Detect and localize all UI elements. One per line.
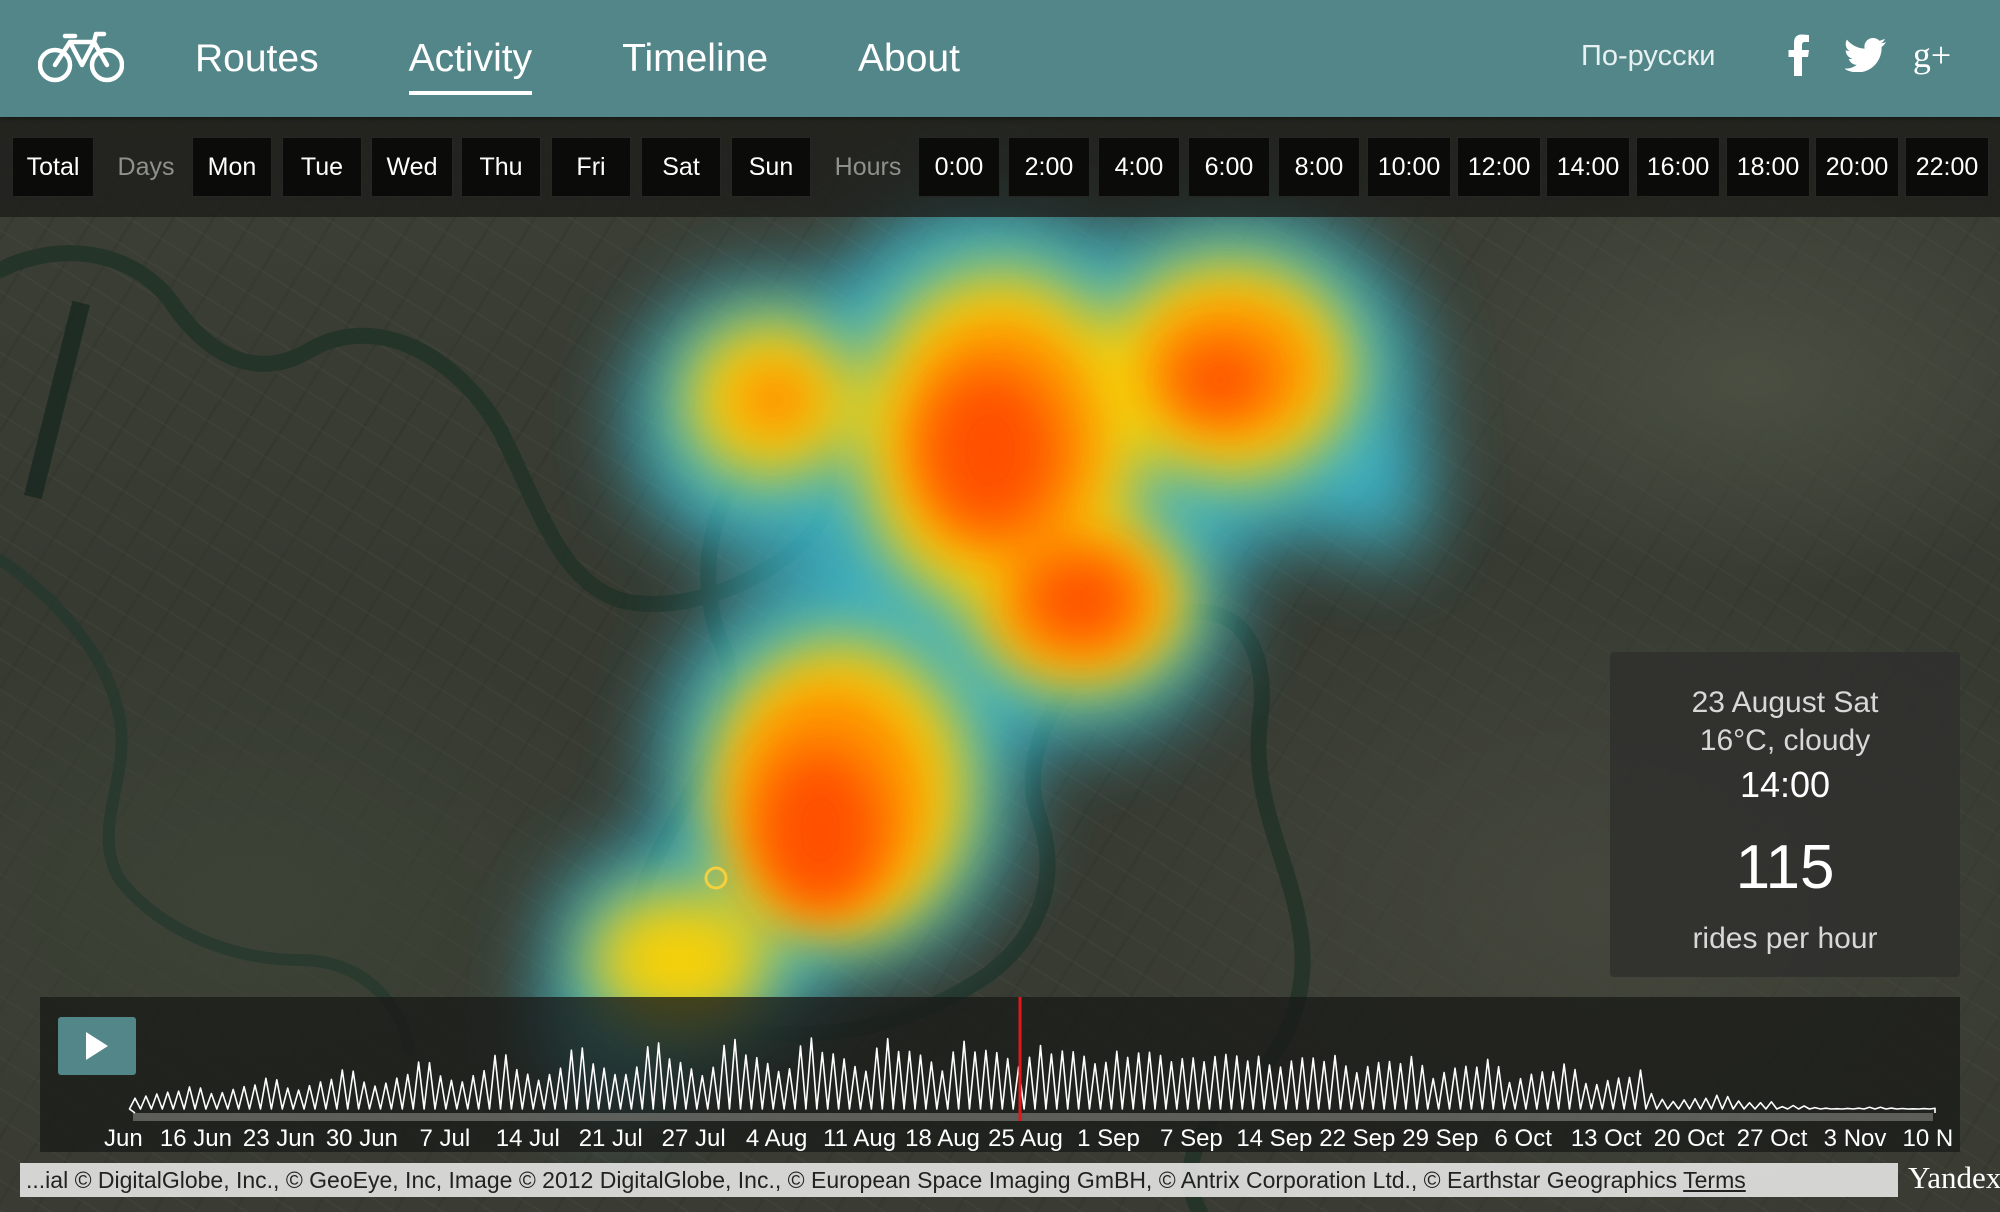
timeline-label: 18 Aug <box>905 1125 980 1151</box>
info-ride-count: 115 <box>1735 833 1835 902</box>
timeline-label: 3 Nov <box>1823 1125 1887 1151</box>
filter-hour-2[interactable]: 2:00 <box>1008 137 1090 197</box>
timeline-label: 7 Jul <box>419 1125 471 1151</box>
timeline-day-ticks <box>133 1113 1933 1121</box>
nav-about[interactable]: About <box>858 39 960 78</box>
filter-hour-14[interactable]: 14:00 <box>1546 137 1630 197</box>
timeline-label: 20 Oct <box>1653 1125 1725 1151</box>
timeline-label: 29 Sep <box>1402 1125 1479 1151</box>
bicycle-logo-icon[interactable] <box>38 28 124 84</box>
language-switch[interactable]: По-русски <box>1581 40 1716 73</box>
filter-hour-10[interactable]: 10:00 <box>1367 137 1451 197</box>
timeline-label: 4 Aug <box>745 1125 808 1151</box>
filter-bar: Total Days Mon Tue Wed Thu Fri Sat Sun H… <box>0 117 2000 217</box>
filter-day-wed[interactable]: Wed <box>371 137 453 197</box>
canal <box>24 300 90 500</box>
timeline-panel[interactable]: Jun 16 Jun 23 Jun 30 Jun 7 Jul 14 Jul 21 Jul 27… <box>40 997 1960 1152</box>
facebook-icon[interactable] <box>1782 30 1816 80</box>
timeline-label: Jun <box>104 1125 143 1151</box>
attribution-text: ...ial © DigitalGlobe, Inc., © GeoEye, I… <box>26 1167 1678 1193</box>
filter-hour-4[interactable]: 4:00 <box>1098 137 1180 197</box>
main-nav: Routes Activity Timeline About <box>195 0 1050 117</box>
top-navigation-bar: Routes Activity Timeline About По-русски… <box>0 0 2000 117</box>
nav-timeline[interactable]: Timeline <box>622 39 768 78</box>
terms-link[interactable]: Terms <box>1683 1167 1746 1193</box>
filter-hour-22[interactable]: 22:00 <box>1905 137 1989 197</box>
timeline-label: 6 Oct <box>1494 1125 1552 1151</box>
filter-total[interactable]: Total <box>12 137 94 197</box>
filter-hour-0[interactable]: 0:00 <box>918 137 1000 197</box>
timeline-label: 13 Oct <box>1570 1125 1642 1151</box>
timeline-label: 23 Jun <box>242 1125 315 1151</box>
filter-hour-6[interactable]: 6:00 <box>1188 137 1270 197</box>
timeline-date-labels: Jun 16 Jun 23 Jun 30 Jun 7 Jul 14 Jul 21 Jul 27… <box>40 1125 1960 1151</box>
timeline-label: 1 Sep <box>1077 1125 1140 1151</box>
timeline-sparkline[interactable] <box>40 997 1960 1127</box>
play-icon <box>86 1032 108 1060</box>
timeline-label: 14 Jul <box>495 1125 560 1151</box>
timeline-label: 21 Jul <box>578 1125 643 1151</box>
timeline-label: 27 Jul <box>661 1125 726 1151</box>
days-label: Days <box>117 152 175 181</box>
timeline-label: 11 Aug <box>823 1125 897 1151</box>
info-time: 14:00 <box>1739 764 1831 805</box>
timeline-label: 16 Jun <box>159 1125 232 1151</box>
nav-activity[interactable]: Activity <box>408 39 532 95</box>
yandex-logo[interactable]: Yandex <box>1908 1160 2000 1196</box>
river-west <box>0 554 416 1056</box>
filter-day-fri[interactable]: Fri <box>551 137 631 197</box>
activity-sparkline <box>128 1037 1936 1114</box>
filter-day-tue[interactable]: Tue <box>282 137 362 197</box>
timeline-label: 30 Jun <box>325 1125 398 1151</box>
map-attribution: ...ial © DigitalGlobe, Inc., © GeoEye, I… <box>20 1163 1898 1197</box>
activity-info-panel: 23 August Sat 16°C, cloudy 14:00 115 rid… <box>1610 652 1960 977</box>
filter-day-thu[interactable]: Thu <box>461 137 541 197</box>
timeline-label: 27 Oct <box>1736 1125 1808 1151</box>
filter-day-sun[interactable]: Sun <box>731 137 811 197</box>
timeline-label: 10 N <box>1902 1125 1954 1151</box>
info-unit: rides per hour <box>1692 922 1878 955</box>
filter-hour-16[interactable]: 16:00 <box>1636 137 1720 197</box>
filter-hour-18[interactable]: 18:00 <box>1726 137 1810 197</box>
timeline-label: 7 Sep <box>1160 1125 1223 1151</box>
timeline-label: 25 Aug <box>988 1125 1063 1151</box>
info-weather: 16°C, cloudy <box>1699 724 1871 757</box>
timeline-label: 22 Sep <box>1319 1125 1396 1151</box>
play-button[interactable] <box>58 1017 136 1075</box>
filter-hour-12[interactable]: 12:00 <box>1457 137 1541 197</box>
nav-routes[interactable]: Routes <box>195 39 319 78</box>
filter-day-mon[interactable]: Mon <box>192 137 272 197</box>
info-date: 23 August Sat <box>1691 686 1879 719</box>
filter-day-sat[interactable]: Sat <box>641 137 721 197</box>
hours-label: Hours <box>834 152 902 181</box>
filter-hour-8[interactable]: 8:00 <box>1278 137 1360 197</box>
twitter-icon[interactable] <box>1844 30 1888 80</box>
google-plus-icon[interactable]: g+ <box>1908 30 1956 80</box>
filter-hour-20[interactable]: 20:00 <box>1815 137 1899 197</box>
timeline-label: 14 Sep <box>1236 1125 1313 1151</box>
